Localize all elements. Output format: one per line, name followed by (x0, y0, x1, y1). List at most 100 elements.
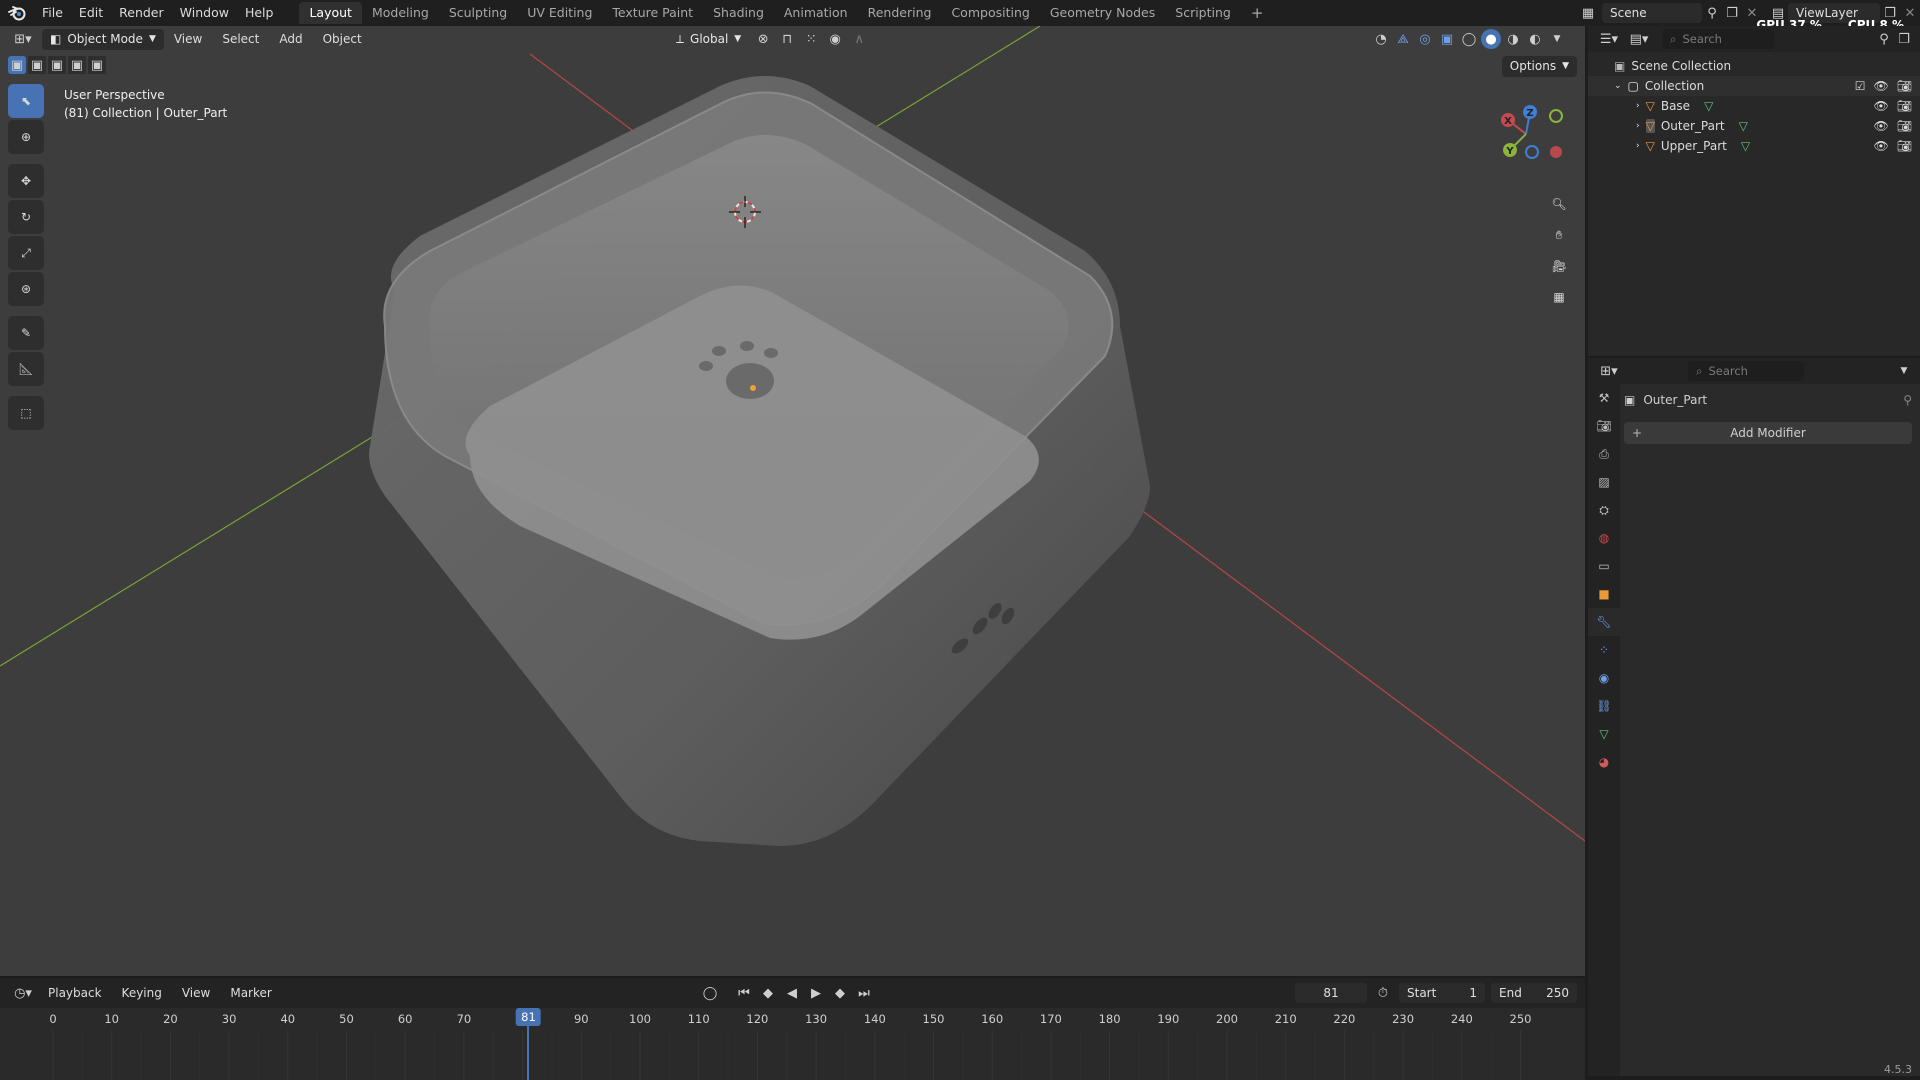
playhead-frame-label[interactable]: 81 (516, 1008, 541, 1026)
play-icon[interactable]: ▶ (806, 983, 826, 1003)
add-modifier-button[interactable]: + Add Modifier (1624, 422, 1912, 444)
menu-add[interactable]: Add (269, 28, 312, 50)
menu-file[interactable]: File (34, 2, 71, 24)
play-reverse-icon[interactable]: ◀ (782, 983, 802, 1003)
shading-options-icon[interactable]: ▼ (1547, 29, 1567, 49)
outliner-search-input[interactable]: ⌕ Search (1662, 29, 1774, 49)
camera-icon[interactable]: 📷︎ (1897, 79, 1912, 93)
object-mode-dropdown[interactable]: ◧ Object Mode ▼ (42, 28, 164, 50)
measure-tool[interactable]: 📐︎ (8, 352, 44, 386)
annotate-tool[interactable]: ✎ (8, 316, 44, 350)
prev-keyframe-icon[interactable]: ◆ (758, 983, 778, 1003)
falloff-icon[interactable]: ∧ (849, 30, 869, 50)
render-tab[interactable]: 📷︎ (1588, 412, 1620, 440)
eye-icon[interactable]: 👁︎ (1874, 139, 1889, 153)
tab-uv-editing[interactable]: UV Editing (517, 2, 602, 24)
transform-orientation-dropdown[interactable]: ⟂ Global ▼ (668, 29, 749, 50)
camera-view-icon[interactable]: 🎥︎ (1545, 252, 1573, 280)
select-extend-icon[interactable]: ▣ (28, 56, 46, 74)
checkbox-icon[interactable]: ☑ (1855, 79, 1866, 93)
gizmo-neg-y[interactable] (1549, 109, 1563, 123)
tree-item-collection[interactable]: ⌄ ▢ Collection ☑ 👁︎ 📷︎ (1588, 76, 1920, 96)
overlay-toggle-icon[interactable]: ◎ (1415, 29, 1435, 49)
add-workspace-button[interactable]: + (1241, 2, 1274, 24)
move-tool[interactable]: ✥ (8, 164, 44, 198)
tab-sculpting[interactable]: Sculpting (439, 2, 517, 24)
view-layer-tab[interactable]: ▨ (1588, 468, 1620, 496)
particles-tab[interactable]: ⁘ (1588, 636, 1620, 664)
next-keyframe-icon[interactable]: ◆ (830, 983, 850, 1003)
menu-object[interactable]: Object (313, 28, 372, 50)
blender-logo-icon[interactable] (0, 0, 34, 26)
camera-icon[interactable]: 📷︎ (1897, 119, 1912, 133)
scene-tab[interactable]: ⛭ (1588, 496, 1620, 524)
scale-tool[interactable]: ⤢ (8, 236, 44, 270)
select-new-icon[interactable]: ▣ (8, 56, 26, 74)
menu-help[interactable]: Help (237, 2, 282, 24)
tab-compositing[interactable]: Compositing (941, 2, 1039, 24)
tab-animation[interactable]: Animation (774, 2, 858, 24)
menu-render[interactable]: Render (111, 2, 172, 24)
scene-selector[interactable]: Scene (1602, 3, 1702, 23)
menu-playback[interactable]: Playback (38, 982, 112, 1004)
navigation-gizmo[interactable]: X Z Y (1496, 94, 1566, 194)
cursor-tool[interactable]: ⊕ (8, 120, 44, 154)
pin-icon[interactable]: ⚲ (1903, 393, 1912, 407)
auto-keying-icon[interactable]: ◯ (700, 983, 720, 1003)
tab-layout[interactable]: Layout (299, 2, 362, 24)
data-tab[interactable]: ▽ (1588, 720, 1620, 748)
tool-tab[interactable]: ⚒ (1588, 384, 1620, 412)
rotate-tool[interactable]: ↻ (8, 200, 44, 234)
select-intersect-icon[interactable]: ▣ (88, 56, 106, 74)
tab-scripting[interactable]: Scripting (1165, 2, 1241, 24)
select-invert-icon[interactable]: ▣ (68, 56, 86, 74)
constraints-tab[interactable]: ⛓︎ (1588, 692, 1620, 720)
material-shading-icon[interactable]: ◑ (1503, 29, 1523, 49)
eye-icon[interactable]: 👁︎ (1874, 119, 1889, 133)
3d-viewport[interactable]: ⊞▾ ◧ Object Mode ▼ View Select Add Objec… (0, 26, 1585, 976)
chevron-down-icon[interactable]: ▼ (1894, 361, 1914, 381)
menu-keying[interactable]: Keying (112, 982, 172, 1004)
chevron-down-icon[interactable]: ⌄ (1614, 81, 1622, 91)
eye-icon[interactable]: 👁︎ (1874, 79, 1889, 93)
world-tab[interactable]: ◍ (1588, 524, 1620, 552)
menu-timeline-view[interactable]: View (172, 982, 220, 1004)
menu-view[interactable]: View (164, 28, 212, 50)
timeline-ruler[interactable]: 0102030405060708090100110120130140150160… (0, 1008, 1585, 1030)
filter-icon[interactable]: ⚲ (1874, 29, 1894, 49)
pivot-icon[interactable]: ⊗ (753, 30, 773, 50)
tree-item-base[interactable]: › ▽ Base ▽ 👁︎ 📷︎ (1588, 96, 1920, 116)
scene-icon[interactable]: ▦ (1578, 3, 1598, 23)
xray-toggle-icon[interactable]: ▣ (1437, 29, 1457, 49)
new-collection-icon[interactable]: ❐ (1894, 29, 1914, 49)
zoom-icon[interactable]: 🔍︎ (1545, 190, 1573, 218)
menu-edit[interactable]: Edit (71, 2, 111, 24)
eye-icon[interactable]: 👁︎ (1874, 99, 1889, 113)
start-frame-field[interactable]: Start 1 (1399, 983, 1485, 1003)
timeline-editor-icon[interactable]: ◷▾ (8, 983, 38, 1003)
tree-item-outer-part[interactable]: › ▽ Outer_Part ▽ 👁︎ 📷︎ (1588, 116, 1920, 136)
object-tab[interactable]: ■ (1588, 580, 1620, 608)
gizmo-toggle-icon[interactable]: ⟁ (1393, 29, 1413, 49)
transform-tool[interactable]: ⊛ (8, 272, 44, 306)
stopwatch-icon[interactable]: ⏱ (1373, 983, 1393, 1003)
physics-tab[interactable]: ◉ (1588, 664, 1620, 692)
tree-item-scene-collection[interactable]: ▣ Scene Collection (1588, 56, 1920, 76)
tab-modeling[interactable]: Modeling (362, 2, 439, 24)
jump-end-icon[interactable]: ⏭ (854, 983, 874, 1003)
camera-icon[interactable]: 📷︎ (1897, 99, 1912, 113)
gizmo-neg-x[interactable] (1550, 146, 1562, 158)
menu-window[interactable]: Window (172, 2, 237, 24)
display-mode-icon[interactable]: ▤▾ (1624, 29, 1654, 49)
tree-item-upper-part[interactable]: › ▽ Upper_Part ▽ 👁︎ 📷︎ (1588, 136, 1920, 156)
snap-target-icon[interactable]: ⁙ (801, 30, 821, 50)
current-frame-field[interactable]: 81 (1295, 983, 1367, 1003)
properties-search-input[interactable]: ⌕ Search (1688, 361, 1804, 381)
menu-select[interactable]: Select (212, 28, 269, 50)
outliner-editor-icon[interactable]: ☰▾ (1594, 29, 1624, 49)
options-dropdown[interactable]: Options ▼ (1501, 56, 1577, 77)
editor-type-icon[interactable]: ⊞▾ (8, 29, 38, 49)
chevron-right-icon[interactable]: › (1636, 141, 1640, 151)
snap-icon[interactable]: ⊓ (777, 30, 797, 50)
properties-editor-icon[interactable]: ⊞▾ (1594, 361, 1624, 381)
